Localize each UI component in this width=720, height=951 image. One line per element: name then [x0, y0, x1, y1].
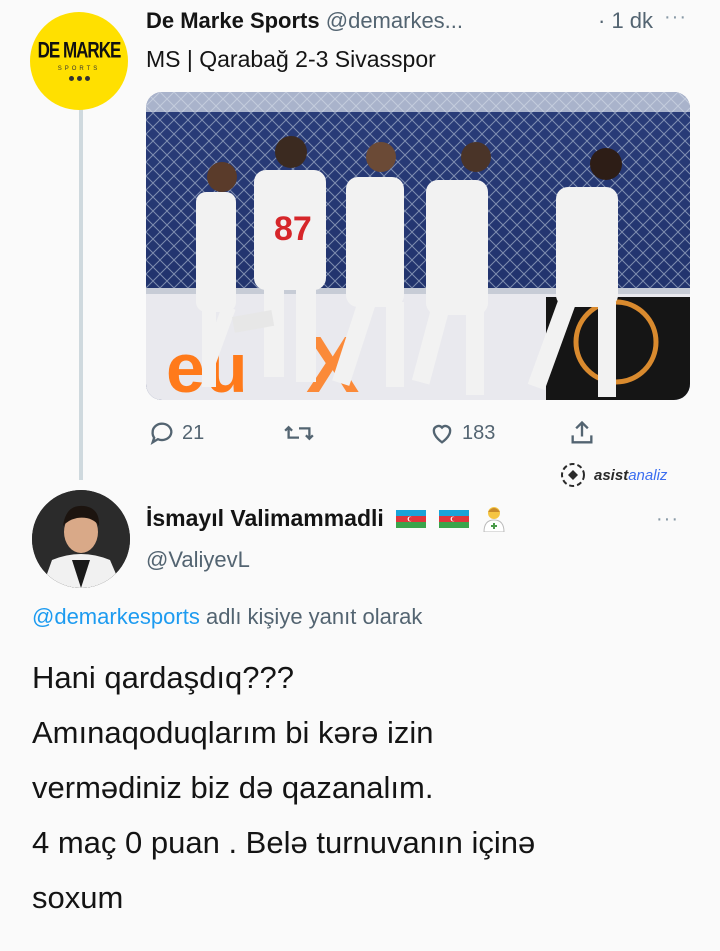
retweet-icon [284, 425, 314, 441]
reply-author-handle[interactable]: @ValiyevL [146, 547, 250, 573]
author-name[interactable]: De Marke Sports [146, 8, 320, 33]
avatar-ismayil[interactable] [32, 490, 130, 588]
reply-text-line: Amınaqoduqlarım bi kərə izin [32, 715, 434, 750]
author-handle[interactable]: @demarkes... [326, 8, 463, 33]
watermark-text: asistanaliz [594, 466, 668, 484]
tweet-author[interactable]: De Marke Sports @demarkes... [146, 8, 463, 34]
azerbaijan-flag-icon [396, 510, 427, 528]
football-celebration-image: eu X 87 [146, 92, 690, 400]
reply-text-line: soxum [32, 880, 124, 915]
reply-button[interactable]: 21 [148, 418, 204, 448]
reply-text-line: vermədiniz biz də qazanalım. [32, 770, 434, 805]
reply-tweet-text: Hani qardaşdıq??? Amınaqoduqlarım bi kər… [32, 650, 702, 925]
logo-dots [68, 76, 90, 81]
replying-to: @demarkesports adlı kişiye yanıt olarak [32, 604, 422, 630]
share-icon [571, 420, 593, 444]
like-button[interactable]: 183 [428, 418, 495, 448]
thread-connector [79, 104, 83, 480]
asistanaliz-logo-icon [561, 463, 585, 487]
tweet-timestamp[interactable]: · 1 dk [598, 8, 653, 34]
watermark-asistanaliz: asistanaliz [558, 460, 667, 490]
reply-author[interactable]: İsmayıl Valimammadli [146, 504, 507, 532]
reply-text-line: Hani qardaşdıq??? [32, 660, 294, 695]
reply-bubble-icon [150, 422, 173, 445]
reply-context-text: adlı kişiye yanıt olarak [199, 604, 423, 629]
share-button[interactable] [568, 418, 596, 448]
more-options-icon[interactable]: ··· [656, 508, 679, 531]
reply-count: 21 [182, 421, 205, 444]
health-worker-emoji-icon [483, 507, 505, 532]
heart-icon [432, 424, 452, 444]
shirt-number: 87 [274, 210, 312, 248]
retweet-button[interactable] [284, 418, 320, 448]
azerbaijan-flag-icon [438, 510, 469, 528]
profile-photo [32, 490, 130, 588]
tweet-photo[interactable]: eu X 87 [146, 92, 690, 400]
reply-text-line: 4 maç 0 puan . Belə turnuvanın içinə [32, 825, 536, 860]
tweet-text: MS | Qarabağ 2-3 Sivasspor [146, 46, 436, 72]
more-options-icon[interactable]: ··· [664, 6, 687, 29]
reply-mention-link[interactable]: @demarkesports [32, 604, 200, 629]
like-count: 183 [462, 421, 496, 444]
reply-author-name[interactable]: İsmayıl Valimammadli [146, 505, 384, 531]
logo-wordmark: DE MARKE [37, 38, 122, 63]
avatar-demarke-logo[interactable]: DE MARKE SPORTS [30, 12, 128, 110]
logo-subtitle: SPORTS [57, 66, 101, 72]
